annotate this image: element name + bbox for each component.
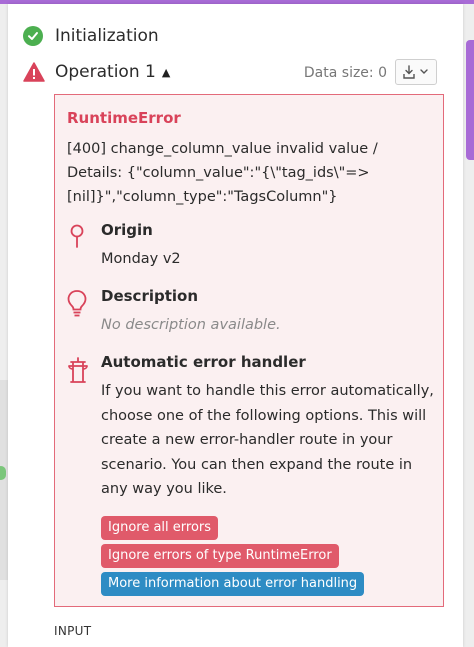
origin-value: Monday v2 [101,251,181,267]
download-button[interactable] [395,59,437,85]
description-value: No description available. [101,317,281,333]
background-canvas-strip [0,380,8,580]
initialization-label: Initialization [55,26,159,46]
fire-hydrant-icon [68,357,88,383]
execution-inspector-panel: Initialization Operation 1 ▲ Data size: … [8,4,463,647]
check-circle-icon [23,26,43,46]
caret-up-icon[interactable]: ▲ [162,66,170,79]
more-information-button[interactable]: More information about error handling [101,572,365,596]
error-message: [400] change_column_value invalid value … [67,141,378,205]
initialization-row[interactable]: Initialization [23,26,159,46]
ignore-errors-of-type-button[interactable]: Ignore errors of type RuntimeError [101,544,339,568]
right-accent-strip [466,40,474,160]
pin-icon [70,224,84,248]
operation-row[interactable]: Operation 1 ▲ Data size: 0 [23,59,453,85]
error-details-box: RuntimeError [400] change_column_value i… [54,94,444,607]
lightbulb-icon [67,290,87,317]
input-section-label[interactable]: INPUT [54,624,91,638]
warning-icon [23,62,45,82]
operation-label: Operation 1 [55,62,156,82]
download-icon [403,65,428,79]
origin-title: Origin [101,221,153,239]
error-type: RuntimeError [67,109,181,127]
handler-title: Automatic error handler [101,353,306,371]
description-title: Description [101,287,199,305]
ignore-all-errors-button[interactable]: Ignore all errors [101,516,219,540]
data-size-label: Data size: 0 [303,65,387,81]
handler-text: If you want to handle this error automat… [101,383,434,497]
